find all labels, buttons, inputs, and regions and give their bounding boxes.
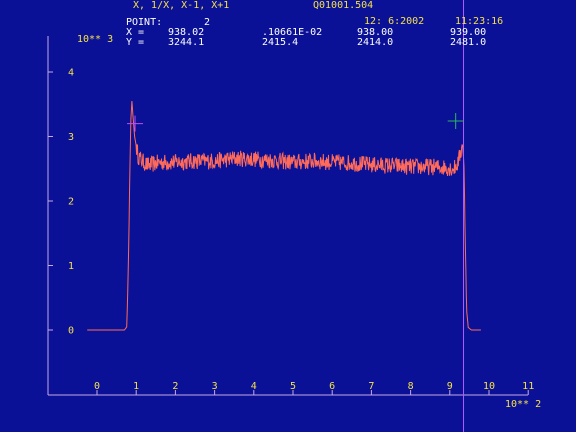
time-display: 11:23:16 — [455, 16, 504, 27]
y-readout-value: 2481.0 — [450, 37, 487, 48]
x-axis-multiplier: 10** 2 — [505, 399, 542, 410]
y-readout-label: Y = — [126, 37, 145, 48]
y-tick-label: 1 — [68, 261, 74, 272]
y-tick-label: 4 — [68, 68, 74, 79]
y-readout-value: 2414.0 — [357, 37, 394, 48]
date-display: 12: 6:2002 — [364, 16, 425, 27]
y-axis-multiplier: 10** 3 — [77, 34, 114, 45]
x-tick-label: 10 — [483, 381, 495, 392]
x-tick-label: 5 — [290, 381, 296, 392]
x-tick-label: 3 — [212, 381, 218, 392]
plot-area[interactable]: 0 1 2 3 4 0 1 2 3 4 5 6 7 8 9 10 11 — [0, 0, 576, 432]
x-tick-label: 0 — [94, 381, 100, 392]
plot-screen: 0 1 2 3 4 0 1 2 3 4 5 6 7 8 9 10 11 X, 1/X, X-1, X+1 Q01… — [0, 0, 576, 432]
y-tick-label: 2 — [68, 197, 74, 208]
y-readout-value: 2415.4 — [262, 37, 299, 48]
x-tick-label: 9 — [447, 381, 453, 392]
signal-trace — [87, 100, 481, 331]
y-tick-label: 0 — [68, 326, 74, 337]
x-tick-label: 8 — [408, 381, 414, 392]
x-tick-label: 1 — [133, 381, 139, 392]
x-tick-label: 6 — [329, 381, 335, 392]
point-value: 2 — [204, 17, 211, 28]
x-tick-label: 11 — [522, 381, 534, 392]
x-tick-label: 7 — [368, 381, 374, 392]
y-readout-value: 3244.1 — [168, 37, 205, 48]
x-tick-label: 2 — [172, 381, 178, 392]
x-tick-label: 4 — [251, 381, 257, 392]
file-name: Q01001.504 — [313, 0, 374, 11]
window-title: X, 1/X, X-1, X+1 — [133, 0, 230, 11]
y-tick-label: 3 — [68, 132, 74, 143]
